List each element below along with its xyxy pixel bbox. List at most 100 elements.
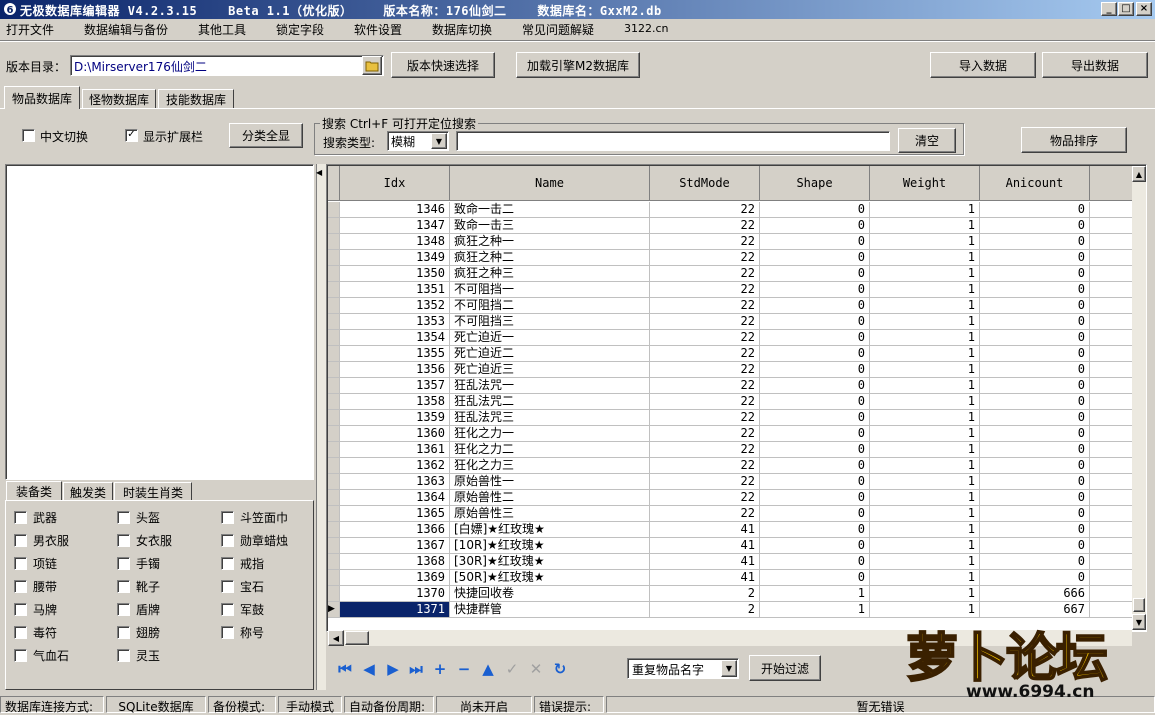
table-cell[interactable]: 1365 [340, 506, 450, 522]
table-row[interactable]: 1349 疯狂之种二 22 0 1 0 [328, 250, 1132, 266]
table-cell[interactable]: 0 [760, 202, 870, 218]
category-item[interactable]: 军鼓 [221, 601, 264, 618]
category-checkbox[interactable] [117, 626, 130, 639]
table-cell[interactable]: 1 [870, 538, 980, 554]
tab-monster-db[interactable]: 怪物数据库 [82, 89, 156, 109]
table-cell[interactable]: 0 [980, 218, 1090, 234]
table-cell[interactable] [1090, 538, 1132, 554]
category-item[interactable]: 腰带 [14, 578, 57, 595]
category-checkbox[interactable] [221, 557, 234, 570]
table-cell[interactable]: 0 [980, 234, 1090, 250]
show-ext-checkbox[interactable]: ✓ [125, 129, 138, 142]
filter-button[interactable]: 开始过滤 [749, 655, 821, 681]
table-cell[interactable]: 1 [870, 202, 980, 218]
table-cell[interactable]: 0 [980, 554, 1090, 570]
dir-input[interactable]: D:\Mirserver176仙剑二 [70, 55, 384, 76]
category-checkbox[interactable] [14, 511, 27, 524]
show-all-button[interactable]: 分类全显 [229, 123, 303, 148]
table-cell[interactable]: 原始兽性三 [450, 506, 650, 522]
cancel-icon[interactable]: ✕ [527, 660, 545, 678]
col-s[interactable]: S [1090, 166, 1132, 201]
table-cell[interactable]: 0 [760, 346, 870, 362]
table-cell[interactable]: 0 [760, 394, 870, 410]
table-cell[interactable]: 41 [650, 570, 760, 586]
table-cell[interactable]: 1352 [340, 298, 450, 314]
col-weight[interactable]: Weight [870, 166, 980, 201]
table-row[interactable]: 1368 [30R]★红玫瑰★ 41 0 1 0 [328, 554, 1132, 570]
table-cell[interactable] [1090, 378, 1132, 394]
row-indicator[interactable] [328, 570, 340, 586]
table-cell[interactable]: 0 [760, 490, 870, 506]
category-item[interactable]: 武器 [14, 509, 57, 526]
load-engine-button[interactable]: 加载引擎M2数据库 [516, 52, 640, 78]
table-cell[interactable]: 41 [650, 522, 760, 538]
tab-skill-db[interactable]: 技能数据库 [158, 89, 234, 109]
table-row[interactable]: 1364 原始兽性二 22 0 1 0 [328, 490, 1132, 506]
table-cell[interactable]: 22 [650, 442, 760, 458]
table-cell[interactable] [1090, 218, 1132, 234]
table-cell[interactable]: 1 [870, 474, 980, 490]
table-cell[interactable]: 0 [980, 442, 1090, 458]
tab-fashion[interactable]: 时装生肖类 [114, 482, 192, 501]
table-row[interactable]: 1365 原始兽性三 22 0 1 0 [328, 506, 1132, 522]
table-cell[interactable]: 1 [870, 394, 980, 410]
table-cell[interactable]: 1350 [340, 266, 450, 282]
chevron-down-icon[interactable]: ▼ [431, 133, 447, 149]
table-row[interactable]: 1350 疯狂之种三 22 0 1 0 [328, 266, 1132, 282]
table-cell[interactable]: 0 [760, 506, 870, 522]
table-cell[interactable]: 0 [980, 202, 1090, 218]
table-cell[interactable]: 1361 [340, 442, 450, 458]
table-cell[interactable]: 22 [650, 282, 760, 298]
table-cell[interactable]: [50R]★红玫瑰★ [450, 570, 650, 586]
col-shape[interactable]: Shape [760, 166, 870, 201]
table-cell[interactable]: 疯狂之种三 [450, 266, 650, 282]
search-input[interactable] [456, 131, 890, 151]
table-cell[interactable]: 0 [760, 410, 870, 426]
table-cell[interactable]: 0 [980, 314, 1090, 330]
table-cell[interactable]: 0 [760, 266, 870, 282]
maximize-icon[interactable]: □ [1118, 2, 1134, 16]
category-item[interactable]: 靴子 [117, 578, 160, 595]
category-checkbox[interactable] [117, 557, 130, 570]
category-checkbox[interactable] [117, 603, 130, 616]
table-cell[interactable]: 1349 [340, 250, 450, 266]
prev-icon[interactable]: ◀ [360, 660, 378, 678]
scroll-left-icon[interactable]: ◀ [328, 630, 344, 646]
export-button[interactable]: 导出数据 [1042, 52, 1148, 78]
category-item[interactable]: 盾牌 [117, 601, 160, 618]
row-indicator[interactable] [328, 586, 340, 602]
row-indicator[interactable] [328, 410, 340, 426]
table-cell[interactable]: 22 [650, 330, 760, 346]
table-cell[interactable]: 0 [980, 250, 1090, 266]
table-cell[interactable]: 1367 [340, 538, 450, 554]
table-cell[interactable]: 1355 [340, 346, 450, 362]
table-cell[interactable]: 22 [650, 506, 760, 522]
category-checkbox[interactable] [14, 557, 27, 570]
table-cell[interactable]: 22 [650, 490, 760, 506]
table-row[interactable]: 1369 [50R]★红玫瑰★ 41 0 1 0 [328, 570, 1132, 586]
category-item[interactable]: 毒符 [14, 624, 57, 641]
table-cell[interactable]: 1362 [340, 458, 450, 474]
table-cell[interactable]: 22 [650, 250, 760, 266]
table-cell[interactable]: 1 [870, 330, 980, 346]
data-grid[interactable]: Idx Name StdMode Shape Weight Anicount S… [328, 166, 1132, 630]
table-cell[interactable] [1090, 234, 1132, 250]
table-cell[interactable]: 致命一击二 [450, 202, 650, 218]
row-indicator[interactable] [328, 522, 340, 538]
table-cell[interactable]: 1363 [340, 474, 450, 490]
item-list-panel[interactable] [5, 164, 314, 480]
tab-equipment[interactable]: 装备类 [6, 481, 62, 501]
table-row[interactable]: 1359 狂乱法咒三 22 0 1 0 [328, 410, 1132, 426]
import-button[interactable]: 导入数据 [930, 52, 1036, 78]
table-row[interactable]: 1348 疯狂之种一 22 0 1 0 [328, 234, 1132, 250]
table-cell[interactable] [1090, 426, 1132, 442]
table-cell[interactable]: 死亡迫近三 [450, 362, 650, 378]
table-cell[interactable] [1090, 330, 1132, 346]
table-cell[interactable]: 0 [760, 570, 870, 586]
table-cell[interactable]: 0 [980, 298, 1090, 314]
row-indicator[interactable] [328, 330, 340, 346]
menu-db-switch[interactable]: 数据库切换 [432, 21, 492, 38]
table-cell[interactable]: 0 [980, 330, 1090, 346]
table-cell[interactable]: 1356 [340, 362, 450, 378]
table-cell[interactable] [1090, 458, 1132, 474]
